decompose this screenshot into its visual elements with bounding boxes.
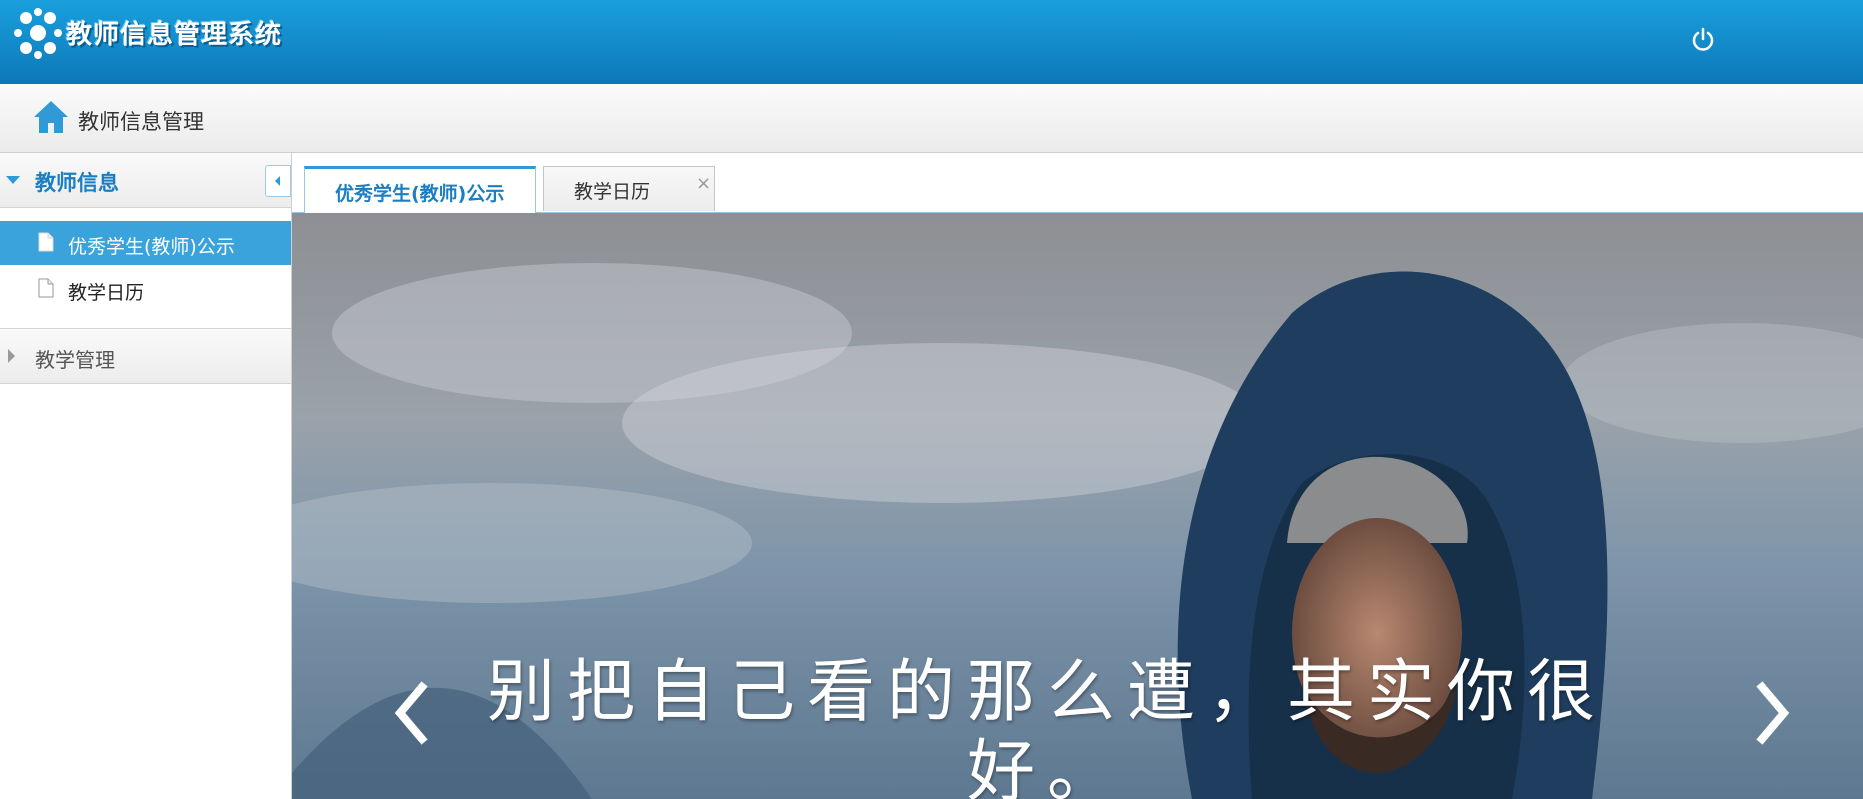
carousel: 别把自己看的那么遭，其实你很好。 xyxy=(292,213,1863,799)
collapsed-arrow-icon xyxy=(8,349,15,363)
breadcrumb: 教师信息管理 xyxy=(0,84,1863,153)
tab-excellent-students[interactable]: 优秀学生(教师)公示 xyxy=(304,166,536,213)
expanded-arrow-icon xyxy=(6,176,20,184)
collapse-left-icon xyxy=(275,176,280,186)
tab-label: 教学日历 xyxy=(574,181,651,203)
tab-teaching-calendar[interactable]: 教学日历 × xyxy=(543,166,715,211)
document-icon xyxy=(38,278,54,298)
logo-icon xyxy=(14,8,62,59)
sidebar-section-teaching-management[interactable]: 教学管理 xyxy=(0,328,291,384)
sidebar-item-excellent-students[interactable]: 优秀学生(教师)公示 xyxy=(0,221,291,265)
sidebar-item-label: 优秀学生(教师)公示 xyxy=(68,236,235,258)
chevron-right-icon[interactable] xyxy=(1740,675,1800,751)
sidebar-item-teaching-calendar[interactable]: 教学日历 xyxy=(0,267,291,311)
sidebar-section-title: 教师信息 xyxy=(35,171,119,195)
close-icon[interactable]: × xyxy=(696,173,711,194)
carousel-caption: 别把自己看的那么遭，其实你很好。 xyxy=(486,653,1607,799)
top-header: 教师信息管理系统 xyxy=(0,0,1863,84)
sidebar-item-label: 教学日历 xyxy=(68,282,145,304)
sidebar: 教师信息 优秀学生(教师)公示 教学日历 教学管理 xyxy=(0,153,292,799)
app-title: 教师信息管理系统 xyxy=(66,20,283,50)
sidebar-section-title: 教学管理 xyxy=(35,348,115,372)
tab-bar: 优秀学生(教师)公示 教学日历 × xyxy=(292,153,1863,213)
power-icon[interactable] xyxy=(1690,26,1716,52)
breadcrumb-label[interactable]: 教师信息管理 xyxy=(78,106,204,136)
document-icon xyxy=(38,232,54,252)
chevron-left-icon[interactable] xyxy=(384,675,444,751)
tab-label: 优秀学生(教师)公示 xyxy=(335,183,505,205)
collapse-sidebar-button[interactable] xyxy=(265,165,291,197)
home-icon[interactable] xyxy=(32,98,70,136)
sidebar-section-teacher-info[interactable]: 教师信息 xyxy=(0,153,291,208)
